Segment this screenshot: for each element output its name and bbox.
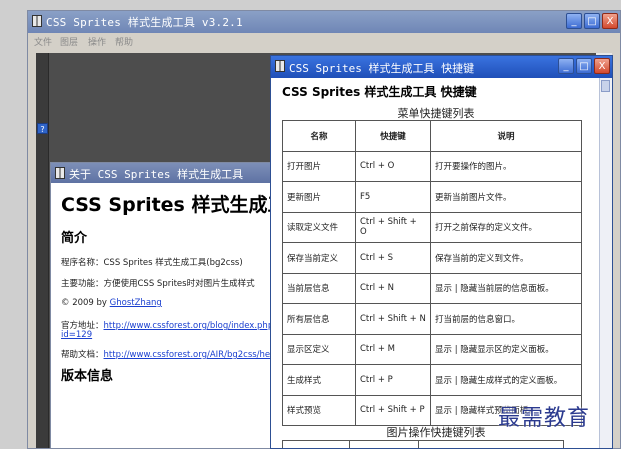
scrollbar[interactable]: [599, 78, 612, 448]
shortcut-title: CSS Sprites 样式生成工具 快捷键: [289, 62, 475, 75]
row-desc: 打开要操作的图片。: [430, 150, 582, 182]
table-cell: [282, 440, 350, 448]
minimize-button[interactable]: _: [566, 13, 582, 29]
menu-table-title: 菜单快捷键列表: [397, 107, 475, 120]
help-label: 帮助文档：: [61, 350, 104, 360]
shortcut-heading: CSS Sprites 样式生成工具 快捷键: [282, 85, 477, 99]
row-key: Ctrl + Shift + N: [355, 303, 431, 335]
menu-file[interactable]: 文件: [34, 35, 52, 48]
table-row: 显示区定义 Ctrl + M 显示 | 隐藏显示区的定义面板。: [282, 333, 582, 365]
help-line: 帮助文档：http://www.cssforest.org/AIR/bg2css…: [61, 348, 278, 360]
row-name: 更新图片: [282, 181, 356, 213]
help-link[interactable]: http://www.cssforest.org/AIR/bg2css/help: [104, 350, 278, 360]
row-key: Ctrl + O: [355, 150, 431, 182]
row-key: Ctrl + M: [355, 333, 431, 365]
app-icon: [32, 15, 42, 27]
shortcut-title-bar[interactable]: CSS Sprites 样式生成工具 快捷键 _ □ X: [271, 56, 612, 78]
shortcut-app-icon: [275, 60, 285, 72]
row-name: 读取定义文件: [282, 211, 356, 243]
scroll-thumb[interactable]: [601, 80, 610, 92]
table-row: 生成样式 Ctrl + P 显示 | 隐藏生成样式的定义面板。: [282, 364, 582, 396]
site-line: 官方地址：http://www.cssforest.org/blog/index…: [61, 319, 278, 331]
table-row: 读取定义文件 Ctrl + Shift + O 打开之前保存的定义文件。: [282, 211, 582, 243]
row-desc: 打开之前保存的定义文件。: [430, 211, 582, 243]
sc-minimize-button[interactable]: _: [558, 58, 574, 74]
row-key: Ctrl + Shift + O: [355, 211, 431, 243]
site-link[interactable]: http://www.cssforest.org/blog/index.php?: [104, 321, 278, 331]
row-desc: 更新当前图片文件。: [430, 181, 582, 213]
author-link[interactable]: GhostZhang: [110, 298, 162, 308]
row-name: 所有层信息: [282, 303, 356, 335]
table-row: 保存当前定义 Ctrl + S 保存当前的定义到文件。: [282, 242, 582, 274]
row-desc: 显示 | 隐藏显示区的定义面板。: [430, 333, 582, 365]
row-desc: 显示 | 隐藏当前层的信息面板。: [430, 272, 582, 304]
row-name: 显示区定义: [282, 333, 356, 365]
col-key: 快捷键: [355, 120, 431, 152]
row-desc: 显示 | 隐藏生成样式的定义面板。: [430, 364, 582, 396]
shortcut-window: CSS Sprites 样式生成工具 快捷键 _ □ X CSS Sprites…: [270, 55, 613, 449]
help-icon[interactable]: ?: [37, 123, 48, 134]
row-key: Ctrl + N: [355, 272, 431, 304]
main-function: 主要功能：方便使用CSS Sprites时对图片生成样式: [61, 279, 255, 289]
row-key: Ctrl + P: [355, 364, 431, 396]
table-cell: [349, 440, 419, 448]
intro-heading: 简介: [61, 231, 88, 246]
about-app-name: CSS Sprites 样式生成工具: [61, 194, 279, 216]
menu-operate[interactable]: 操作: [88, 35, 106, 48]
menu-shortcut-table: 名称 快捷键 说明 打开图片 Ctrl + O 打开要操作的图片。 更新图片 F5 更新当…: [282, 120, 582, 426]
row-desc: 保存当前的定义到文件。: [430, 242, 582, 274]
table-row: 所有层信息 Ctrl + Shift + N 打当前层的信息窗口。: [282, 303, 582, 335]
tool-strip: ?: [36, 53, 49, 448]
table-row: 当前层信息 Ctrl + N 显示 | 隐藏当前层的信息面板。: [282, 272, 582, 304]
sc-maximize-button[interactable]: □: [576, 58, 592, 74]
row-key: Ctrl + Shift + P: [355, 394, 431, 426]
main-title: CSS Sprites 样式生成工具 v3.2.1: [46, 16, 243, 29]
version-heading: 版本信息: [61, 369, 114, 384]
about-app-icon: [55, 167, 65, 179]
copyright-prefix: © 2009 by: [61, 298, 110, 308]
copyright-line: © 2009 by GhostZhang: [61, 298, 162, 308]
table-header-row: 名称 快捷键 说明: [282, 120, 582, 152]
program-name: 程序名称：CSS Sprites 样式生成工具(bg2css): [61, 258, 243, 268]
menu-help[interactable]: 帮助: [115, 35, 133, 48]
table-cell: [418, 440, 564, 448]
row-key: F5: [355, 181, 431, 213]
row-name: 生成样式: [282, 364, 356, 396]
close-button[interactable]: X: [602, 13, 618, 29]
about-title: 关于 CSS Sprites 样式生成工具: [69, 168, 244, 181]
about-window: 关于 CSS Sprites 样式生成工具 CSS Sprites 样式生成工具…: [50, 162, 280, 449]
menu-layer[interactable]: 图层: [60, 35, 78, 48]
maximize-button[interactable]: □: [584, 13, 600, 29]
col-name: 名称: [282, 120, 356, 152]
col-desc: 说明: [430, 120, 582, 152]
menu-bar: 文件 图层 操作 帮助: [28, 33, 620, 49]
image-shortcut-table: [282, 440, 564, 448]
row-key: Ctrl + S: [355, 242, 431, 274]
watermark: 最需教育: [498, 406, 591, 431]
row-name: 保存当前定义: [282, 242, 356, 274]
sc-close-button[interactable]: X: [594, 58, 610, 74]
table-row: [282, 440, 564, 448]
row-name: 打开图片: [282, 150, 356, 182]
table-row: 更新图片 F5 更新当前图片文件。: [282, 181, 582, 213]
about-title-bar[interactable]: 关于 CSS Sprites 样式生成工具: [51, 163, 279, 183]
row-name: 样式预览: [282, 394, 356, 426]
site-line-cont: id=129: [61, 330, 92, 340]
site-link-cont[interactable]: id=129: [61, 330, 92, 340]
table-row: 打开图片 Ctrl + O 打开要操作的图片。: [282, 150, 582, 182]
row-desc: 打当前层的信息窗口。: [430, 303, 582, 335]
main-title-bar[interactable]: CSS Sprites 样式生成工具 v3.2.1 _ □ X: [28, 11, 620, 33]
row-name: 当前层信息: [282, 272, 356, 304]
